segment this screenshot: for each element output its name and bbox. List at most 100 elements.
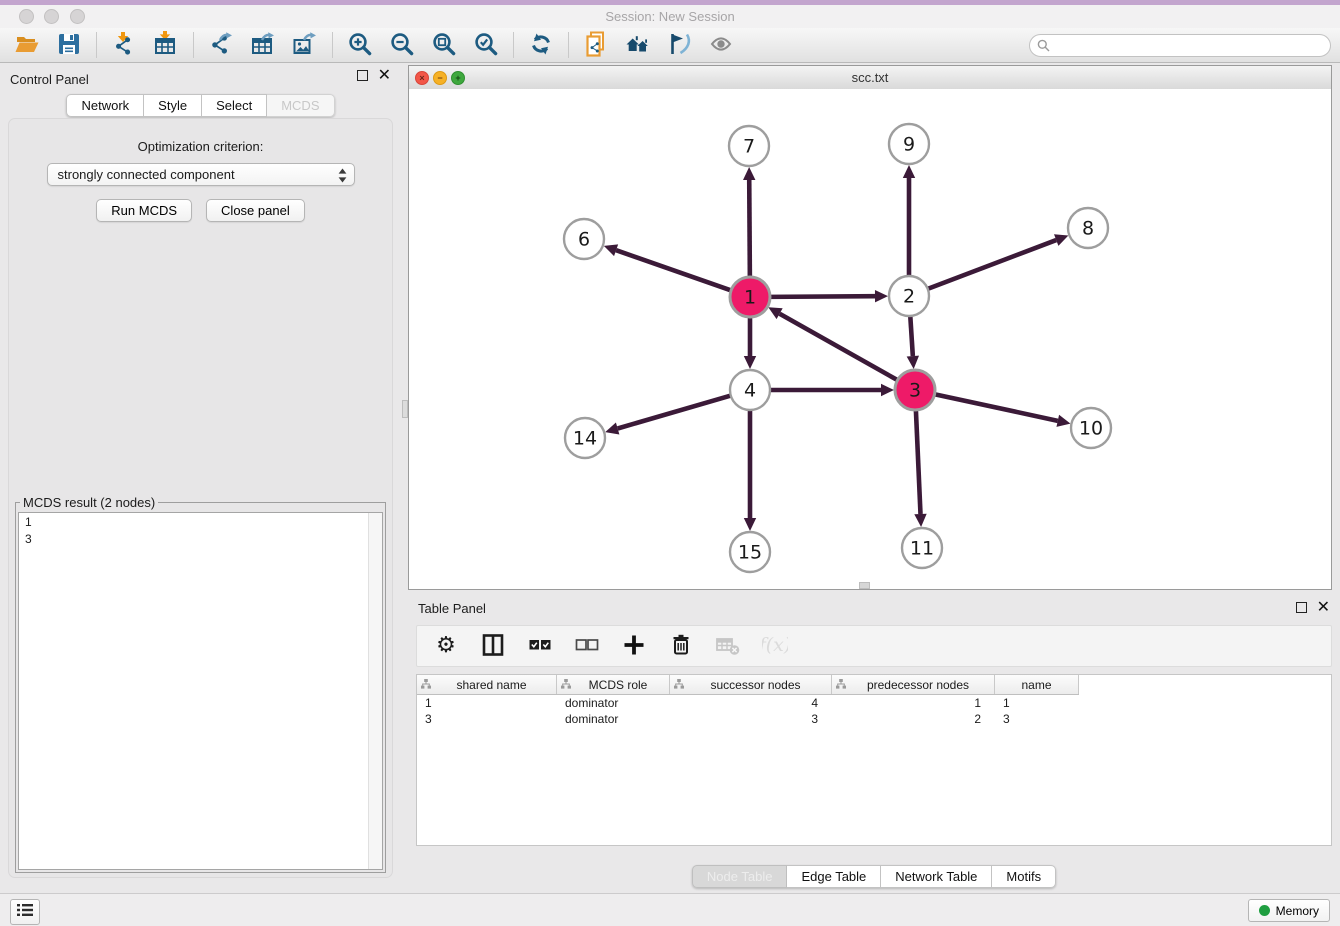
float-panel-icon[interactable] — [1296, 602, 1307, 613]
import-table-button[interactable] — [152, 31, 180, 59]
memory-button[interactable]: Memory — [1248, 899, 1330, 922]
export-network-icon — [208, 31, 234, 60]
node-9[interactable]: 9 — [889, 124, 929, 164]
node-6[interactable]: 6 — [564, 219, 604, 259]
node-10[interactable]: 10 — [1071, 408, 1111, 448]
column-header-mcds-role[interactable]: MCDS role — [557, 675, 670, 694]
mcds-result-list[interactable]: 13 — [18, 512, 383, 870]
node-3[interactable]: 3 — [895, 370, 935, 410]
export-table-button[interactable] — [249, 31, 277, 59]
tab-select[interactable]: Select — [202, 94, 267, 117]
edge-1-2[interactable] — [770, 290, 888, 302]
edge-1-6[interactable] — [604, 244, 731, 290]
search-input[interactable] — [1029, 34, 1331, 57]
tab-network-table[interactable]: Network Table — [881, 865, 992, 888]
close-panel-icon[interactable]: ✕ — [1317, 602, 1330, 613]
table-cell[interactable]: dominator — [557, 712, 670, 726]
search-box — [1029, 34, 1331, 57]
table-cell[interactable]: 4 — [670, 696, 832, 710]
edge-2-8[interactable] — [928, 234, 1069, 289]
column-header-successor-nodes[interactable]: successor nodes — [670, 675, 832, 694]
open-file-button[interactable] — [13, 31, 41, 59]
delete-columns-button[interactable] — [668, 633, 694, 659]
columns-button[interactable] — [480, 633, 506, 659]
tab-network[interactable]: Network — [66, 94, 144, 117]
network-graph[interactable]: 7 9 6 8 1 2 4 3 14 10 15 11 — [409, 89, 1331, 589]
node-2[interactable]: 2 — [889, 276, 929, 316]
tree-icon — [674, 678, 684, 692]
table-cell[interactable]: 1 — [417, 696, 557, 710]
edge-4-15[interactable] — [744, 410, 756, 531]
zoom-out-button[interactable] — [388, 31, 416, 59]
home-button[interactable] — [624, 31, 652, 59]
create-column-icon — [621, 632, 647, 661]
node-11[interactable]: 11 — [902, 528, 942, 568]
select-all-button[interactable] — [527, 633, 553, 659]
scrollbar[interactable] — [368, 513, 382, 869]
settings-button[interactable]: ⚙ — [433, 633, 459, 659]
float-panel-icon[interactable] — [357, 70, 368, 81]
table-cell[interactable]: 3 — [670, 712, 832, 726]
column-header-shared-name[interactable]: shared name — [417, 675, 557, 694]
task-history-button[interactable] — [10, 899, 40, 925]
edge-1-7[interactable] — [743, 167, 755, 277]
create-column-button[interactable] — [621, 633, 647, 659]
save-session-button[interactable] — [55, 31, 83, 59]
table-cell[interactable]: 3 — [995, 712, 1079, 726]
run-mcds-button[interactable]: Run MCDS — [96, 199, 192, 222]
label-toggle-button[interactable] — [666, 31, 694, 59]
node-table: shared nameMCDS rolesuccessor nodesprede… — [416, 674, 1332, 846]
svg-text:2: 2 — [903, 286, 915, 308]
svg-text:4: 4 — [744, 380, 756, 402]
tab-edge-table[interactable]: Edge Table — [787, 865, 881, 888]
network-window-titlebar[interactable]: × − + scc.txt — [409, 66, 1331, 90]
edge-3-11[interactable] — [914, 410, 926, 527]
tab-motifs[interactable]: Motifs — [992, 865, 1056, 888]
close-panel-button[interactable]: Close panel — [206, 199, 305, 222]
edge-2-9[interactable] — [903, 165, 915, 276]
zoom-selected-button[interactable] — [472, 31, 500, 59]
edge-3-10[interactable] — [935, 394, 1071, 427]
table-cell[interactable]: 3 — [417, 712, 557, 726]
control-panel-title: Control Panel — [10, 72, 89, 87]
node-15[interactable]: 15 — [730, 532, 770, 572]
edge-3-1[interactable] — [768, 307, 897, 380]
splitter-handle[interactable] — [859, 582, 870, 589]
edge-4-14[interactable] — [605, 396, 731, 435]
node-1[interactable]: 1 — [730, 277, 770, 317]
node-8[interactable]: 8 — [1068, 208, 1108, 248]
clone-network-button[interactable] — [582, 31, 610, 59]
import-network-button[interactable] — [110, 31, 138, 59]
edge-2-3[interactable] — [907, 316, 919, 369]
refresh-button[interactable] — [527, 31, 555, 59]
node-7[interactable]: 7 — [729, 126, 769, 166]
node-14[interactable]: 14 — [565, 418, 605, 458]
table-cell[interactable]: 2 — [832, 712, 995, 726]
edge-4-3[interactable] — [770, 384, 894, 396]
table-row[interactable]: 3dominator323 — [417, 711, 1331, 727]
tab-style[interactable]: Style — [144, 94, 202, 117]
edge-1-4[interactable] — [744, 317, 756, 369]
export-image-button[interactable] — [291, 31, 319, 59]
criterion-select[interactable]: strongly connected component — [47, 163, 355, 186]
zoom-in-button[interactable] — [346, 31, 374, 59]
table-cell[interactable]: 1 — [832, 696, 995, 710]
table-cell[interactable]: 1 — [995, 696, 1079, 710]
save-session-icon — [56, 31, 82, 60]
table-cell[interactable]: dominator — [557, 696, 670, 710]
deselect-all-button[interactable] — [574, 633, 600, 659]
node-4[interactable]: 4 — [730, 370, 770, 410]
show-hide-button[interactable] — [708, 31, 736, 59]
tab-node-table[interactable]: Node Table — [692, 865, 788, 888]
panel-splitter[interactable] — [401, 63, 408, 893]
column-header-name[interactable]: name — [995, 675, 1079, 694]
mcds-result-group: MCDS result (2 nodes) 13 — [15, 495, 386, 873]
zoom-fit-button[interactable] — [430, 31, 458, 59]
tab-mcds[interactable]: MCDS — [267, 94, 334, 117]
export-network-button[interactable] — [207, 31, 235, 59]
export-table-icon — [250, 31, 276, 60]
table-row[interactable]: 1dominator411 — [417, 695, 1331, 711]
column-header-predecessor-nodes[interactable]: predecessor nodes — [832, 675, 995, 694]
zoom-out-icon — [389, 31, 415, 60]
close-panel-icon[interactable]: ✕ — [378, 70, 391, 81]
